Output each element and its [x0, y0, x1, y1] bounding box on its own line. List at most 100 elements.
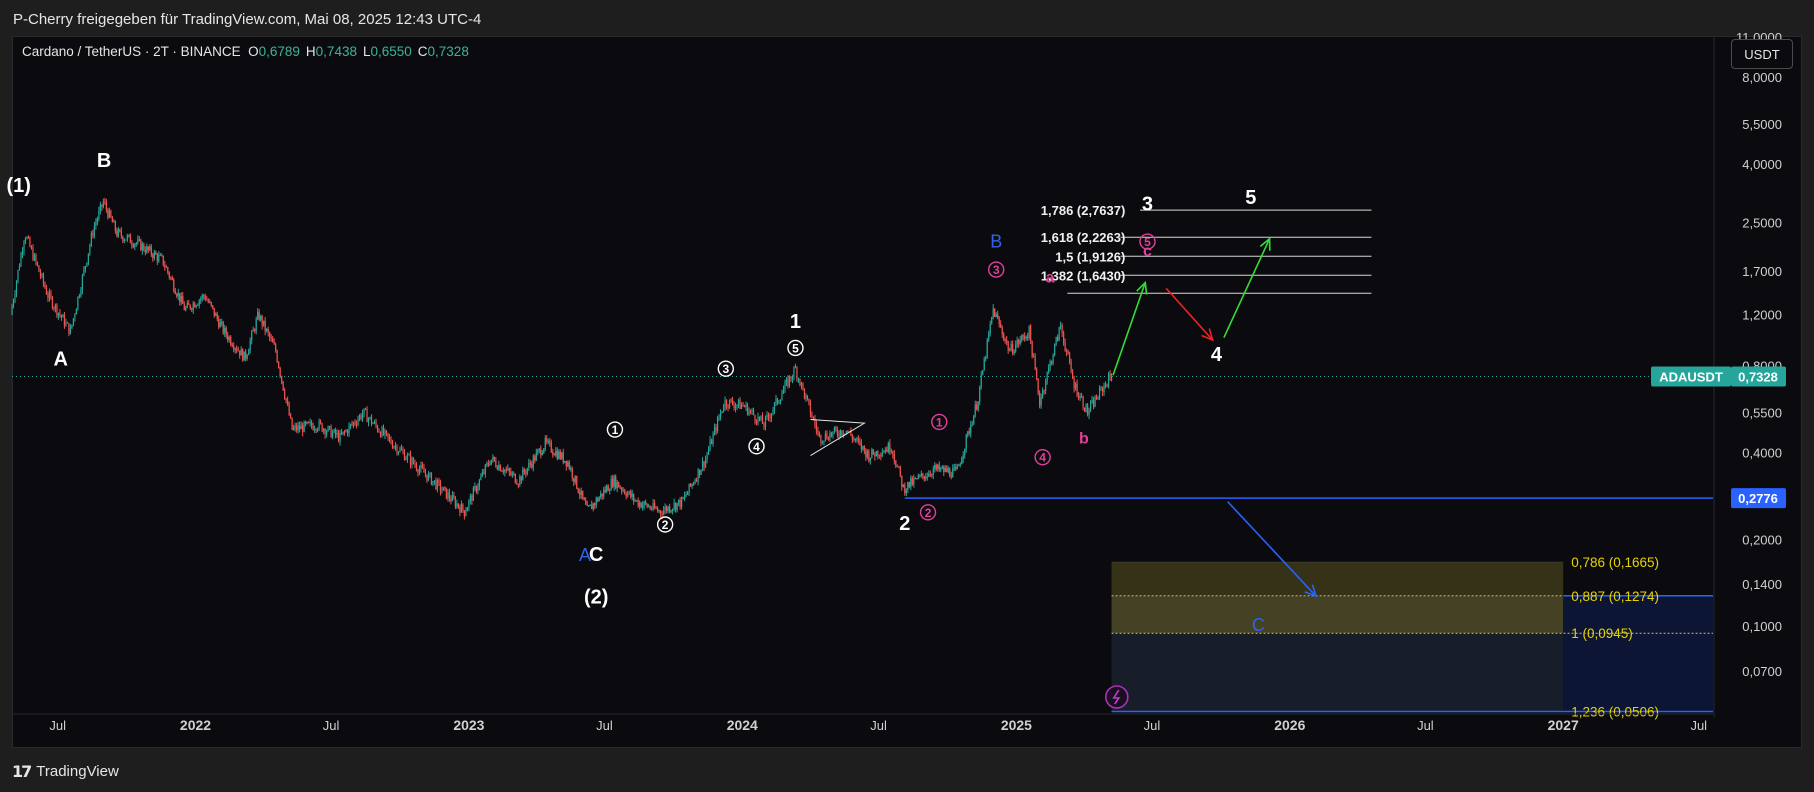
- candle-body: [1080, 396, 1083, 398]
- candle-body: [698, 469, 701, 475]
- wave-label: 2: [899, 513, 910, 535]
- candle-body: [125, 239, 127, 241]
- candle-body: [278, 361, 280, 369]
- candle-body: [352, 422, 355, 425]
- candle-body: [824, 433, 827, 441]
- candle-body: [447, 492, 449, 499]
- candle-body: [754, 414, 756, 421]
- candle-body: [445, 487, 448, 499]
- candle-body: [724, 399, 726, 408]
- candle-body: [797, 378, 800, 380]
- candle-body: [417, 469, 419, 473]
- candle-body: [568, 461, 570, 469]
- candle-body: [1022, 335, 1024, 337]
- candle-body: [1003, 333, 1005, 340]
- candle-body: [630, 491, 632, 497]
- candle-body: [766, 415, 768, 417]
- candle-body: [625, 493, 627, 497]
- candle-body: [191, 308, 193, 310]
- candle-body: [71, 324, 73, 328]
- currency-button[interactable]: USDT: [1731, 39, 1793, 69]
- candle-body: [770, 413, 773, 419]
- candle-body: [291, 417, 293, 430]
- candle-body: [183, 303, 185, 311]
- fib-extension-label: 1,618 (2,2263): [1041, 230, 1126, 245]
- candle-body: [185, 307, 187, 311]
- candle-body: [33, 254, 36, 261]
- candle-body: [393, 446, 395, 448]
- candle-body: [1058, 326, 1060, 341]
- candle-body: [983, 358, 985, 371]
- candle-body: [144, 250, 146, 253]
- candle-body: [875, 451, 877, 457]
- circled-wave-label: 1: [612, 423, 619, 437]
- candle-body: [666, 506, 668, 511]
- candle-body: [197, 304, 199, 306]
- candle-body: [336, 432, 338, 435]
- candle-body: [119, 229, 121, 231]
- candle-body: [546, 437, 548, 442]
- support-price-label: 0,2776: [1738, 491, 1778, 506]
- close-value: 0,7328: [427, 44, 469, 59]
- candle-body: [195, 305, 197, 308]
- candle-body: [147, 246, 149, 250]
- candle-body: [312, 425, 314, 430]
- candle-body: [1085, 404, 1087, 412]
- tradingview-logo[interactable]: 17 TradingView: [12, 762, 119, 781]
- candle-body: [520, 476, 522, 481]
- candle-body: [99, 204, 101, 211]
- candle-body: [198, 300, 200, 305]
- candle-body: [1110, 376, 1113, 381]
- candle-body: [577, 488, 579, 493]
- candle-body: [77, 296, 79, 309]
- candle-body: [529, 462, 531, 465]
- candle-body: [910, 478, 912, 488]
- candle-body: [219, 322, 221, 328]
- candle-body: [639, 502, 641, 507]
- candle-body: [784, 382, 786, 390]
- candle-body: [484, 464, 486, 474]
- candle-body: [525, 472, 527, 474]
- candle-body: [654, 503, 656, 509]
- candle-body: [394, 445, 397, 447]
- price-chart[interactable]: 1,786 (2,7637) 1,618 (2,2263) 1,5 (1,9126)…: [0, 0, 1814, 792]
- candle-body: [245, 351, 247, 359]
- candle-body: [141, 244, 143, 251]
- candle-body: [591, 504, 593, 510]
- candle-body: [290, 415, 292, 418]
- candle-body: [588, 505, 590, 507]
- candle-body: [384, 430, 386, 435]
- candle-body: [595, 498, 597, 506]
- candle-body: [582, 490, 584, 498]
- candle-body: [430, 473, 433, 485]
- candle-body: [1109, 373, 1111, 377]
- candle-body: [379, 432, 382, 437]
- candle-body: [576, 475, 578, 489]
- candle-body: [167, 267, 169, 273]
- candle-body: [1033, 356, 1035, 358]
- candle-body: [264, 320, 266, 331]
- candle-body: [387, 433, 389, 438]
- candle-body: [613, 476, 615, 487]
- candle-body: [842, 433, 845, 435]
- candle-body: [1066, 350, 1068, 353]
- candle-body: [360, 415, 362, 419]
- candle-body: [131, 243, 133, 246]
- candle-body: [32, 248, 34, 261]
- time-tick-label: 2026: [1274, 717, 1305, 733]
- candle-body: [1051, 361, 1053, 364]
- candle-body: [173, 279, 175, 291]
- candle-body: [254, 329, 256, 331]
- candle-body: [1016, 340, 1018, 345]
- candle-body: [508, 468, 510, 472]
- candle-body: [1054, 344, 1056, 356]
- candle-body: [218, 318, 220, 328]
- candle-body: [59, 312, 61, 316]
- candle-body: [1015, 344, 1017, 352]
- candle-body: [610, 479, 612, 491]
- candle-body: [86, 262, 88, 267]
- candle-body: [564, 460, 566, 463]
- candle-body: [1077, 395, 1080, 398]
- candle-body: [673, 502, 675, 509]
- candle-body: [472, 487, 474, 501]
